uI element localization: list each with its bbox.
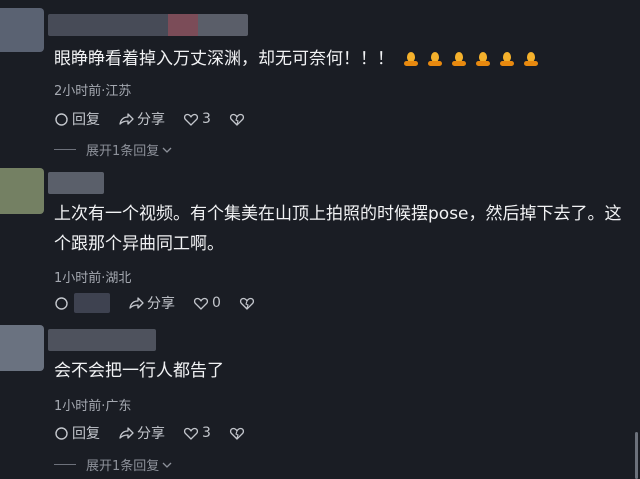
share-button[interactable]: 分享 <box>128 293 175 313</box>
heart-icon <box>193 297 209 310</box>
broken-heart-icon <box>229 113 244 126</box>
username-redacted[interactable] <box>48 14 248 36</box>
expand-label: 展开1条回复 <box>86 144 160 159</box>
bell-icon <box>452 52 466 66</box>
comment-text: 上次有一个视频。有个集美在山顶上拍照的时候摆pose，然后掉下去了。这个跟那个异… <box>54 204 622 254</box>
share-arrow-icon <box>119 426 134 439</box>
dislike-button[interactable] <box>229 426 248 441</box>
share-label: 分享 <box>147 296 175 312</box>
broken-heart-icon <box>239 297 254 310</box>
comment-text: 眼睁睁看着掉入万丈深渊，却无可奈何！！！ <box>54 44 624 74</box>
reply-button[interactable]: 回复 <box>54 109 100 129</box>
like-button[interactable]: 0 <box>193 295 221 311</box>
bell-icon <box>524 52 538 66</box>
comment-actions: 分享 0 <box>54 293 276 313</box>
bell-icon <box>500 52 514 66</box>
like-button[interactable]: 3 <box>183 425 211 441</box>
avatar[interactable] <box>0 325 44 371</box>
heart-icon <box>183 113 199 126</box>
comment-actions: 回复 分享 3 <box>54 423 266 443</box>
username-redacted[interactable] <box>48 172 104 194</box>
comment-meta: 1小时前·广东 <box>54 399 132 414</box>
scrollbar[interactable] <box>635 432 638 479</box>
bell-icon <box>404 52 418 66</box>
broken-heart-icon <box>229 427 244 440</box>
share-button[interactable]: 分享 <box>118 423 165 443</box>
reply-button[interactable]: 回复 <box>54 423 100 443</box>
comment-bubble-icon <box>55 426 68 440</box>
divider <box>54 464 76 465</box>
comment-bubble-icon <box>55 296 68 310</box>
expand-label: 展开1条回复 <box>86 459 160 474</box>
dislike-button[interactable] <box>229 112 248 127</box>
reply-label: 回复 <box>72 426 100 442</box>
comment-actions: 回复 分享 3 <box>54 109 266 129</box>
reply-button[interactable] <box>54 293 110 313</box>
chevron-down-icon <box>162 147 172 153</box>
dislike-button[interactable] <box>239 296 258 311</box>
share-arrow-icon <box>129 296 144 309</box>
expand-replies-button[interactable]: 展开1条回复 <box>54 140 173 159</box>
chevron-down-icon <box>162 462 172 468</box>
divider <box>54 149 76 150</box>
share-label: 分享 <box>137 112 165 128</box>
share-arrow-icon <box>119 112 134 125</box>
like-button[interactable]: 3 <box>183 111 211 127</box>
redacted-label <box>74 293 110 313</box>
heart-icon <box>183 427 199 440</box>
share-label: 分享 <box>137 426 165 442</box>
bell-icon <box>476 52 490 66</box>
like-count: 3 <box>202 111 211 127</box>
avatar[interactable] <box>0 8 44 52</box>
username-redacted[interactable] <box>48 329 156 351</box>
comment-bubble-icon <box>55 112 68 126</box>
bell-icon <box>428 52 442 66</box>
expand-replies-button[interactable]: 展开1条回复 <box>54 455 173 474</box>
share-button[interactable]: 分享 <box>118 109 165 129</box>
like-count: 3 <box>202 425 211 441</box>
comment-meta: 1小时前·湖北 <box>54 271 132 286</box>
reply-label: 回复 <box>72 112 100 128</box>
comment-meta: 2小时前·江苏 <box>54 84 132 99</box>
avatar[interactable] <box>0 168 44 214</box>
emoji-group <box>404 44 548 74</box>
comment-text: 会不会把一行人都告了 <box>54 361 224 381</box>
like-count: 0 <box>212 295 221 311</box>
